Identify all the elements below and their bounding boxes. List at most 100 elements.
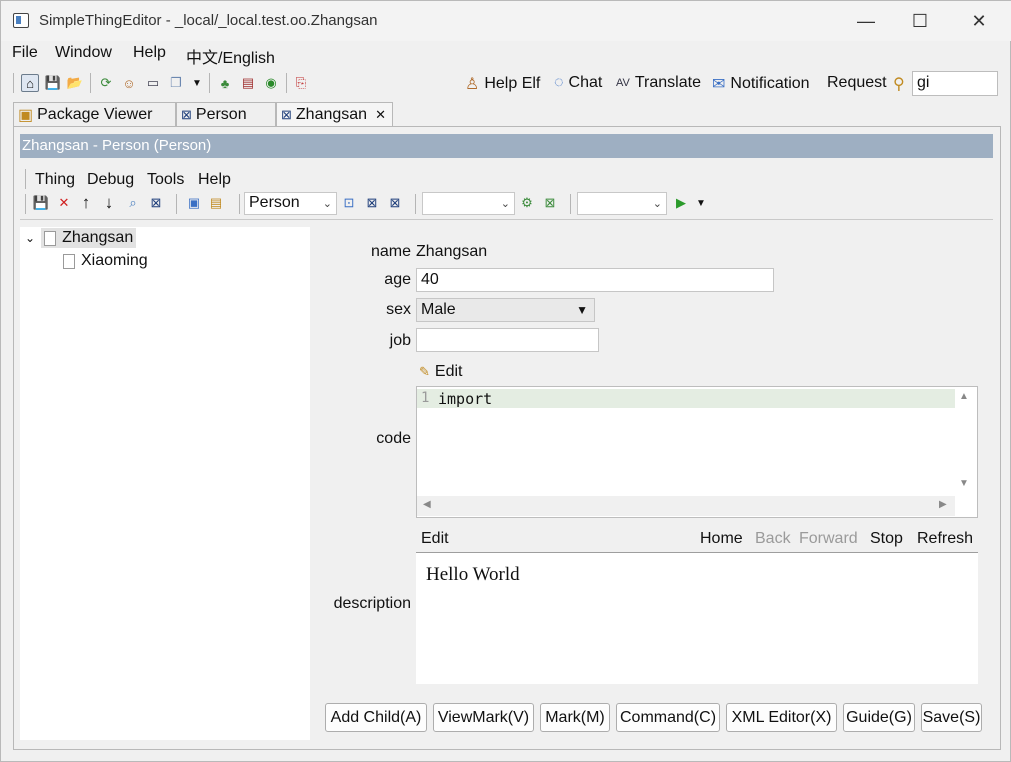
save-icon[interactable]: 💾 [33,194,49,212]
move-up-icon[interactable]: ↑ [78,193,94,212]
person-icon: ♙ [465,76,480,93]
tree-node-root[interactable]: ⌄ Zhangsan [25,228,137,248]
close-tab-icon[interactable]: ✕ [375,107,386,123]
type-select-value: Person [249,194,300,211]
maximize-button[interactable]: ☐ [897,5,943,37]
run-thing-icon[interactable]: ⚙ [519,194,535,212]
doc-lock-icon[interactable]: ▤ [208,194,224,212]
menu-grip [25,169,26,189]
title-bar: SimpleThingEditor - _local/_local.test.o… [1,1,1011,41]
tree-icon[interactable]: ♣ [216,74,234,92]
mail-icon: ✉ [712,76,726,93]
edit-icon: ✎ [419,364,430,379]
tab-zhangsan[interactable]: ⊠ Zhangsan ✕ [276,102,393,127]
tab-person[interactable]: ⊠ Person [176,102,276,127]
xml-editor-button[interactable]: XML Editor(X) [726,703,837,732]
tab-package-viewer[interactable]: ▣ Package Viewer [13,102,176,127]
monitor-icon[interactable]: ▭ [144,74,162,92]
menu-editor-help[interactable]: Help [198,171,231,189]
window-title: SimpleThingEditor - _local/_local.test.o… [39,12,378,29]
type-select[interactable]: Person ⌄ [244,192,337,215]
translate-label: Translate [634,74,701,91]
scroll-right-icon[interactable]: ▶ [939,499,947,510]
run-select[interactable]: ⌄ [577,192,667,215]
job-field[interactable] [416,328,599,352]
request-button[interactable]: Request [827,74,887,92]
globe-icon[interactable]: ◉ [262,74,280,92]
scroll-down-icon[interactable]: ▼ [959,478,969,489]
menu-help[interactable]: Help [133,44,166,62]
stop-thing-icon[interactable]: ⊠ [542,194,558,212]
search-input[interactable]: gi [912,71,998,96]
chevron-down-icon: ⌄ [652,198,662,210]
menu-file[interactable]: File [12,44,38,62]
window-icon[interactable]: ▣ [186,194,202,212]
code-line-number: 1 [421,390,430,406]
scroll-left-icon[interactable]: ◀ [423,499,431,510]
open-folder-icon[interactable]: 📂 [66,74,84,92]
user-icon[interactable]: ☺ [120,74,138,92]
guide-button[interactable]: Guide(G) [843,703,915,732]
mark-button[interactable]: Mark(M) [540,703,610,732]
horizontal-scrollbar[interactable] [417,496,955,516]
scroll-up-icon[interactable]: ▲ [959,391,969,402]
menu-tools[interactable]: Tools [147,171,184,189]
menu-window[interactable]: Window [55,44,112,62]
tree-node-label: Xiaoming [81,252,148,269]
home-icon[interactable]: ⌂ [21,74,39,92]
chat-button[interactable]: ◌ Chat [554,74,602,92]
thing-x-icon[interactable]: ⊠ [364,194,380,212]
code-edit-button[interactable]: ✎ Edit [419,363,462,381]
delete-icon[interactable]: ✕ [56,194,72,212]
app-window: SimpleThingEditor - _local/_local.test.o… [0,0,1011,762]
dropdown-arrow-icon: ▼ [576,303,588,317]
chevron-down-icon[interactable]: ▼ [693,194,709,212]
menu-thing[interactable]: Thing [35,171,75,189]
chevron-down-icon: ⌄ [322,198,332,210]
toolbar-grip [25,194,26,214]
play-icon[interactable]: ▶ [673,194,689,212]
browser-forward[interactable]: Forward [799,530,858,548]
name-value: Zhangsan [416,243,488,260]
book-icon[interactable]: ▤ [239,74,257,92]
refresh-icon[interactable]: ⟳ [97,74,115,92]
add-child-button[interactable]: Add Child(A) [325,703,427,732]
copy-icon[interactable]: ❐ [167,74,185,92]
expand-icon[interactable]: ⌄ [25,231,35,245]
close-window-button[interactable]: ✕ [956,5,1002,37]
find-icon[interactable]: ⌕ [125,194,141,212]
minimize-button[interactable]: — [843,5,889,37]
browser-back[interactable]: Back [755,530,791,548]
thing-icon: ⊠ [181,107,192,122]
browser-stop[interactable]: Stop [870,530,903,548]
translate-button[interactable]: AV Translate [616,74,701,92]
browser-refresh[interactable]: Refresh [917,530,973,548]
command-button[interactable]: Command(C) [616,703,720,732]
view-mark-button[interactable]: ViewMark(V) [433,703,534,732]
desc-edit-link[interactable]: Edit [421,530,449,548]
menu-language[interactable]: 中文/English [186,44,275,68]
chevron-down-icon[interactable]: ▼ [188,74,206,92]
separator [415,194,416,214]
translate-icon: AV [616,77,630,89]
tree-node-selected: Zhangsan [41,228,137,248]
thing-x2-icon[interactable]: ⊠ [387,194,403,212]
help-elf-button[interactable]: ♙ Help Elf [465,74,540,94]
sex-label: sex [386,301,411,318]
notification-button[interactable]: ✉ Notification [712,74,810,94]
move-down-icon[interactable]: ↓ [101,193,117,212]
action-select[interactable]: ⌄ [422,192,515,215]
xml-icon[interactable]: ⊠ [148,194,164,212]
separator [286,73,287,93]
edit-thing-icon[interactable]: ⊡ [341,194,357,212]
sex-select[interactable]: Male ▼ [416,298,595,322]
browser-home[interactable]: Home [700,530,743,548]
tree-node-child[interactable]: Xiaoming [63,252,148,270]
thing-tree [20,227,310,740]
save-icon[interactable]: 💾 [44,74,62,92]
age-field[interactable]: 40 [416,268,774,292]
save-button[interactable]: Save(S) [921,703,982,732]
pdf-icon[interactable]: ⎘ [292,74,310,92]
help-elf-label: Help Elf [484,75,541,92]
menu-debug[interactable]: Debug [87,171,134,189]
